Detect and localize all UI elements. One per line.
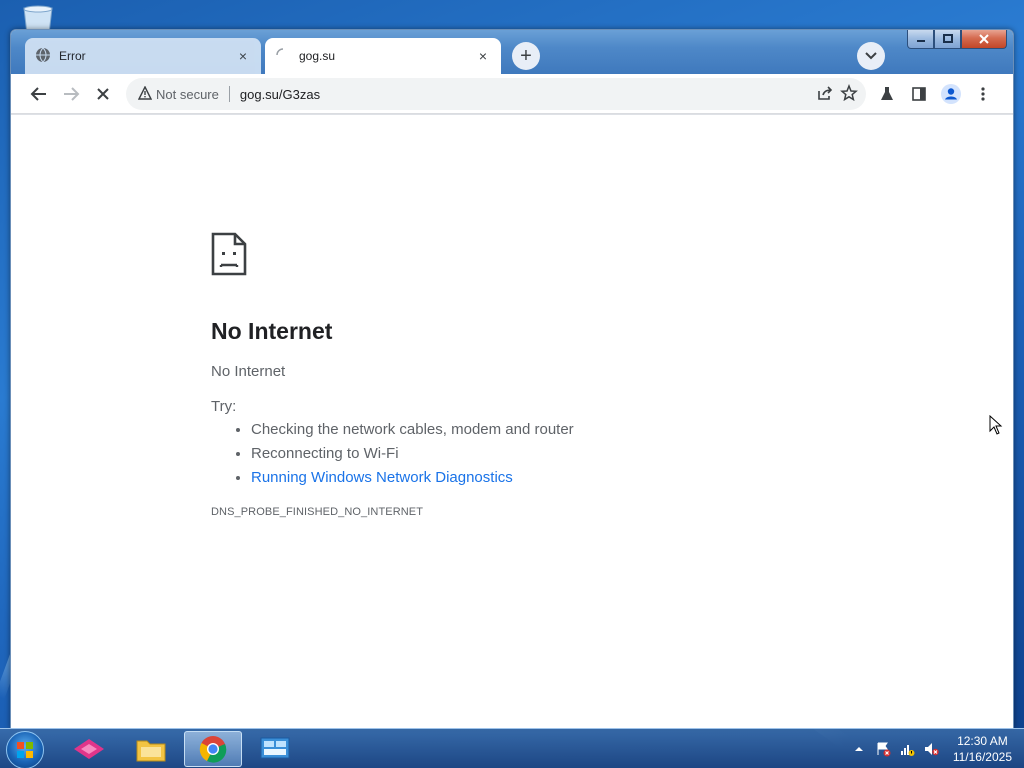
clock[interactable]: 12:30 AM 11/16/2025	[953, 733, 1012, 765]
forward-arrow-icon[interactable]	[57, 80, 85, 108]
window-controls	[907, 30, 1007, 50]
profile-avatar-icon[interactable]	[937, 80, 965, 108]
warning-triangle-icon[interactable]	[137, 84, 153, 103]
chrome-icon[interactable]	[184, 731, 242, 767]
back-arrow-icon[interactable]	[25, 80, 53, 108]
taskbar: 12:30 AM 11/16/2025	[0, 728, 1024, 768]
toolbar: Not secure gog.su/G3zas	[11, 74, 1013, 114]
close-window-button[interactable]	[961, 30, 1007, 49]
suggestion-item: Checking the network cables, modem and r…	[251, 421, 771, 438]
error-subtitle: No Internet	[211, 363, 286, 380]
error-code: DNS_PROBE_FINISHED_NO_INTERNET	[211, 506, 424, 518]
show-hidden-icons-icon[interactable]	[851, 741, 867, 757]
minimize-button[interactable]	[907, 30, 934, 49]
clock-time: 12:30 AM	[957, 734, 1008, 748]
url-text[interactable]: gog.su/G3zas	[240, 87, 320, 102]
tab-search-button[interactable]	[857, 42, 885, 70]
file-explorer-icon[interactable]	[122, 731, 180, 767]
app-icon[interactable]	[60, 731, 118, 767]
suggestion-list: Checking the network cables, modem and r…	[251, 421, 771, 486]
error-page: No Internet No Internet Try: Checking th…	[211, 232, 771, 518]
system-tray: 12:30 AM 11/16/2025	[843, 729, 1012, 768]
suggestion-item: Running Windows Network Diagnostics	[251, 469, 771, 486]
title-bar: Error × gog.su × +	[11, 30, 1013, 74]
security-label[interactable]: Not secure	[156, 87, 219, 102]
side-panel-icon[interactable]	[905, 80, 933, 108]
start-orb-icon[interactable]	[6, 731, 44, 768]
globe-icon	[35, 47, 51, 66]
stop-loading-icon[interactable]	[89, 80, 117, 108]
address-bar[interactable]: Not secure gog.su/G3zas	[126, 78, 866, 110]
browser-window: Error × gog.su × + Not secure gog.su/G3z…	[10, 29, 1014, 729]
try-label: Try:	[211, 398, 237, 415]
omnibox-divider	[228, 86, 230, 102]
omnibox-actions	[816, 78, 866, 110]
new-tab-button[interactable]: +	[512, 42, 540, 70]
labs-flask-icon[interactable]	[873, 80, 901, 108]
action-center-icon[interactable]	[875, 741, 891, 757]
volume-muted-icon[interactable]	[923, 741, 939, 757]
star-bookmark-icon[interactable]	[840, 83, 858, 105]
mouse-cursor-icon	[989, 414, 1003, 440]
network-icon[interactable]	[899, 741, 915, 757]
error-heading: No Internet	[211, 318, 333, 344]
maximize-button[interactable]	[934, 30, 961, 49]
page-content: No Internet No Internet Try: Checking th…	[11, 115, 1013, 728]
diagnostics-link[interactable]: Running Windows Network Diagnostics	[251, 469, 513, 486]
more-menu-icon[interactable]	[969, 80, 997, 108]
share-icon[interactable]	[816, 84, 834, 105]
close-tab-icon[interactable]: ×	[475, 48, 491, 64]
suggestion-item: Reconnecting to Wi-Fi	[251, 445, 771, 462]
sad-page-icon	[211, 232, 247, 276]
tab-title: Error	[59, 49, 86, 63]
loading-spinner-icon	[275, 47, 291, 66]
tab-error[interactable]: Error ×	[25, 38, 261, 74]
tab-title: gog.su	[299, 49, 336, 63]
tab-gog-su[interactable]: gog.su ×	[265, 38, 501, 74]
control-panel-icon[interactable]	[246, 731, 304, 767]
clock-date: 11/16/2025	[952, 750, 1012, 764]
close-tab-icon[interactable]: ×	[235, 48, 251, 64]
